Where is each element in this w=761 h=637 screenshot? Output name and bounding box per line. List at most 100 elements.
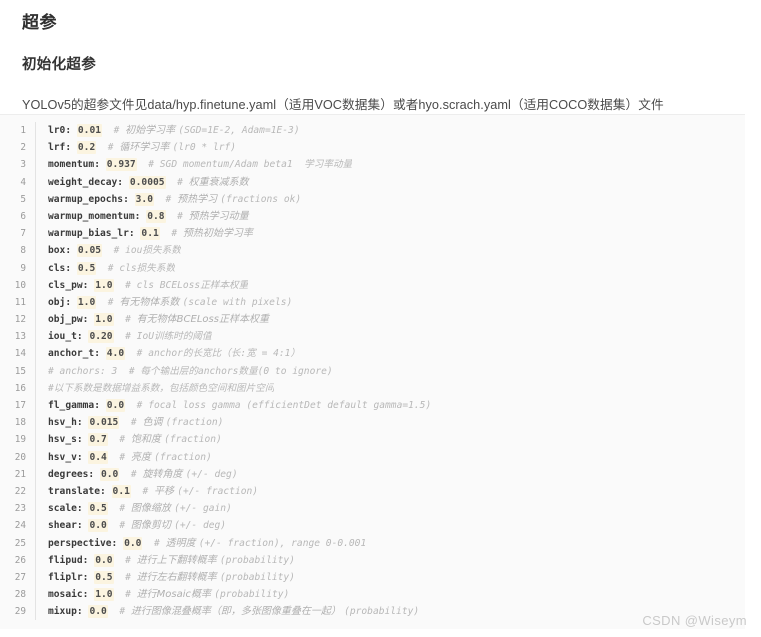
code-line: 10 cls_pw: 1.0 # cls BCELoss正样本权重 [0, 276, 745, 294]
line-number: 23 [0, 500, 36, 518]
code-comment-cn: 预热学习动量 [188, 210, 252, 222]
comment-hash: # [148, 159, 160, 171]
code-key: hsv_s: [48, 434, 89, 446]
code-line-text: degrees: 0.0 # 旋转角度 (+/- deg) [36, 466, 238, 483]
code-line: 22 translate: 0.1 # 平移 (+/- fraction) [0, 482, 745, 501]
line-number: 22 [0, 482, 36, 501]
code-value: 0.5 [88, 502, 108, 516]
code-line: 13 iou_t: 0.20 # IoU训练时的阈值 [0, 328, 745, 346]
code-line: 18 hsv_h: 0.015 # 色调 (fraction) [0, 414, 745, 432]
code-key: lrf: [48, 142, 77, 154]
code-line: 17 fl_gamma: 0.0 # focal loss gamma (effi… [0, 397, 745, 415]
code-line-text: box: 0.05 # iou损失系数 [36, 242, 181, 259]
code-comment-en: cls损失系数 [119, 262, 176, 274]
code-line: 15 # anchors: 3 # 每个输出层的anchors数量(0 to ig… [0, 362, 745, 380]
code-line: 7 warmup_bias_lr: 0.1 # 预热初始学习率 [0, 225, 745, 243]
code-line: 12 obj_pw: 1.0 # 有无物体BCELoss正样本权重 [0, 311, 745, 329]
code-comment-cn: 图像缩放 [130, 503, 175, 515]
code-comment-cn: 色调 [142, 417, 166, 429]
line-number: 7 [0, 225, 36, 243]
code-comment-cn: 饱和度 [130, 434, 165, 446]
code-line-text: flipud: 0.0 # 进行上下翻转概率 (probability) [36, 552, 295, 569]
code-line-text: hsv_v: 0.4 # 亮度 (fraction) [36, 449, 212, 466]
code-key: scale: [48, 503, 89, 515]
code-comment-cn: 循环学习率 [119, 142, 173, 154]
line-number: 28 [0, 586, 36, 604]
line-number: 12 [0, 311, 36, 329]
code-line-text: cls: 0.5 # cls损失系数 [36, 260, 175, 277]
code-line: 26 flipud: 0.0 # 进行上下翻转概率 (probability) [0, 551, 745, 569]
comment-hash: # [125, 279, 137, 291]
code-line: 21 degrees: 0.0 # 旋转角度 (+/- deg) [0, 465, 745, 483]
comment-hash: # [119, 520, 131, 532]
comment-hash: # [125, 314, 137, 326]
line-number: 9 [0, 259, 36, 277]
code-line-text: mosaic: 1.0 # 进行Mosaic概率 (probability) [36, 586, 289, 603]
line-number: 1 [0, 122, 36, 140]
line-number: 25 [0, 534, 36, 552]
code-comment-en: (fraction) [154, 451, 212, 463]
code-value: 1.0 [76, 295, 97, 309]
code-line: 6 warmup_momentum: 0.8 # 预热学习动量 [0, 207, 745, 226]
code-line: 3 momentum: 0.937 # SGD momentum/Adam bet… [0, 156, 745, 174]
code-comment-en: (probability) [219, 554, 295, 566]
code-key: shear: [48, 520, 89, 532]
code-comment-cn: 进行上下翻转概率 [136, 554, 220, 566]
code-line-text: iou_t: 0.20 # IoU训练时的阈值 [36, 328, 212, 345]
code-line-text: translate: 0.1 # 平移 (+/- fraction) [36, 483, 258, 500]
code-value: 0.0 [123, 536, 143, 550]
code-comment-cn: 预热学习 [177, 193, 221, 205]
comment-hash: # [130, 417, 143, 429]
code-comment-en: (fractions ok) [220, 193, 302, 205]
code-comment-en: (+/- fraction) [177, 485, 259, 497]
code-key: warmup_momentum: [48, 210, 147, 222]
code-line: 11 obj: 1.0 # 有无物体系数 (scale with pixels) [0, 293, 745, 312]
comment-hash: # [113, 245, 126, 257]
code-key: anchor_t: [48, 348, 106, 360]
comment-hash: # [136, 348, 149, 360]
code-value: 0.0 [88, 605, 108, 619]
code-line: 20 hsv_v: 0.4 # 亮度 (fraction) [0, 448, 745, 466]
code-line-text: shear: 0.0 # 图像剪切 (+/- deg) [36, 517, 226, 534]
code-comment-en: (SGD=1E-2, Adam=1E-3) [178, 125, 300, 136]
code-comment-cn: 有无物体系数 [119, 296, 183, 308]
code-value: 0.5 [76, 261, 97, 275]
page-title: 超参 [22, 13, 57, 32]
code-line: 23 scale: 0.5 # 图像缩放 (+/- gain) [0, 500, 745, 518]
code-comment-en: (+/- deg) [185, 468, 238, 480]
code-comment-en: (fraction) [164, 434, 222, 446]
line-number: 16 [0, 379, 36, 398]
code-key: fl_gamma: [48, 400, 106, 411]
code-key: fliplr: [48, 571, 95, 583]
code-value: 0.7 [88, 433, 108, 447]
code-value: 0.2 [76, 141, 97, 155]
code-comment-en: iou损失系数 [125, 245, 181, 257]
code-line-text: warmup_epochs: 3.0 # 预热学习 (fractions ok) [36, 191, 301, 208]
code-line: 8 box: 0.05 # iou损失系数 [0, 242, 745, 260]
code-value: 0.015 [88, 416, 120, 430]
code-value: 0.0005 [128, 175, 166, 189]
code-line-text: perspective: 0.0 # 透明度 (+/- fraction), r… [36, 535, 366, 552]
code-line-text: hsv_s: 0.7 # 饱和度 (fraction) [36, 431, 222, 448]
code-comment-en: (scale with pixels) [182, 296, 293, 308]
code-key: translate: [48, 485, 112, 497]
code-line: 5 warmup_epochs: 3.0 # 预热学习 (fractions ok… [0, 190, 745, 208]
comment-hash: # [119, 606, 131, 618]
comment-hash: # [125, 589, 137, 601]
code-line: 29 mixup: 0.0 # 进行图像混叠概率（即，多张图像重叠在一起） (pr… [0, 603, 745, 621]
code-line-text: fl_gamma: 0.0 # focal loss gamma (effici… [36, 397, 431, 414]
comment-hash: # [119, 503, 131, 515]
comment-hash: # [177, 210, 189, 222]
code-line-text: weight_decay: 0.0005 # 权重衰减系数 [36, 174, 252, 191]
comment-hash: # [136, 400, 149, 411]
line-number: 19 [0, 431, 36, 449]
code-comment-cn: 进行Mosaic概率 [136, 589, 215, 601]
comment-hash: # [130, 468, 143, 480]
code-line-text: anchor_t: 4.0 # anchor的长宽比（长:宽 = 4:1） [36, 345, 300, 362]
code-comment: #以下系数是数据增益系数，包括颜色空间和图片空间 [48, 382, 275, 394]
line-number: 29 [0, 603, 36, 621]
code-comment: # anchors: 3 # 每个输出层的anchors数量(0 to igno… [48, 365, 333, 377]
line-number: 18 [0, 414, 36, 432]
line-number: 20 [0, 448, 36, 466]
code-line-text: scale: 0.5 # 图像缩放 (+/- gain) [36, 500, 232, 517]
